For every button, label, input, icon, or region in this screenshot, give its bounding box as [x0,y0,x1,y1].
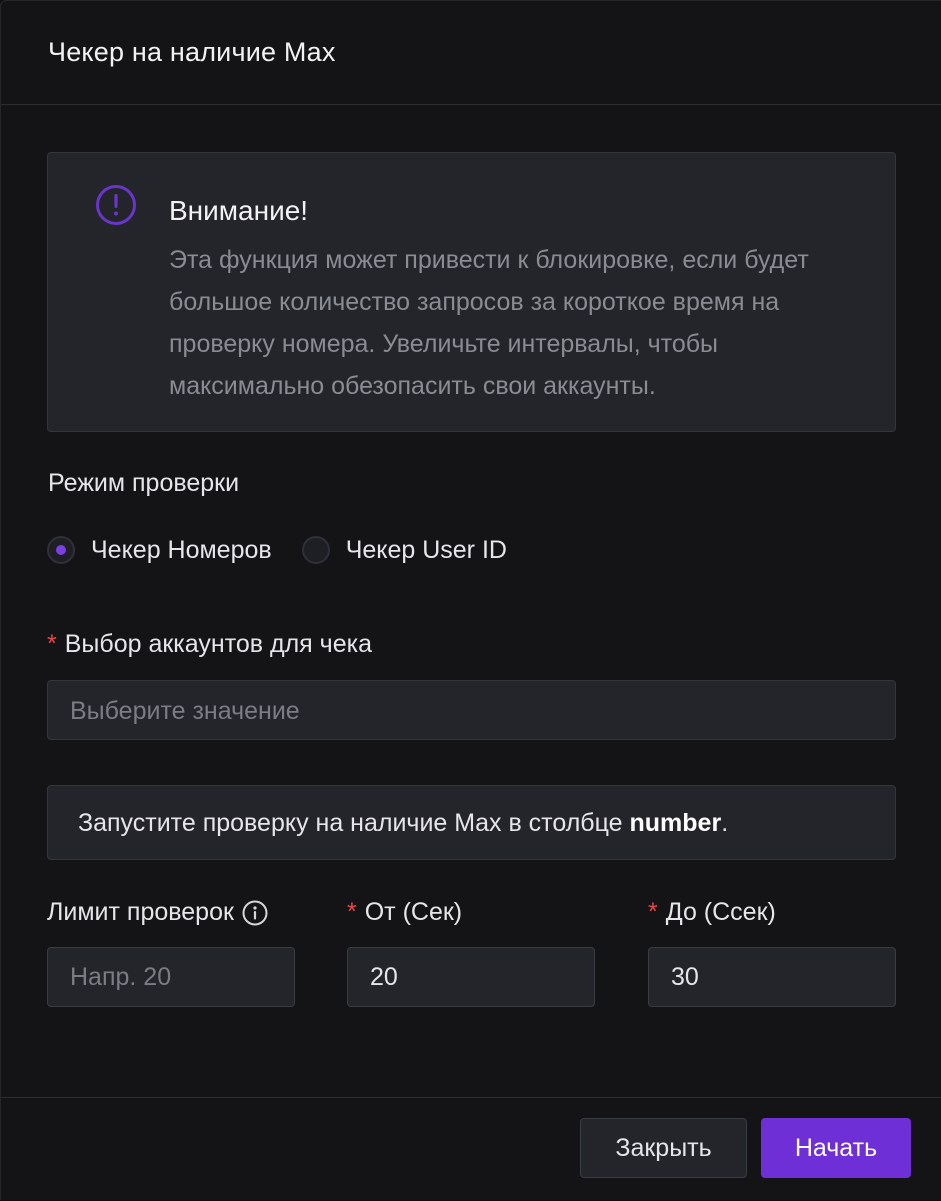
warning-alert: Внимание! Эта функция может привести к б… [47,152,896,432]
limit-input[interactable] [47,947,295,1007]
info-text: Запустите проверку на наличие Max в стол… [78,809,728,838]
modal-header: Чекер на наличие Max [1,1,941,105]
exclamation-circle-icon [96,185,136,225]
info-icon[interactable] [242,900,268,926]
radio-unchecked-icon[interactable] [301,536,330,564]
close-button[interactable]: Закрыть [580,1118,747,1178]
modal-footer: Закрыть Начать [1,1097,941,1201]
info-text-before: Запустите проверку на наличие Max в стол… [78,809,630,837]
radio-userid-checker[interactable]: Чекер User ID [301,535,507,565]
info-text-after: . [721,809,729,837]
checker-modal: Чекер на наличие Max Внимание! Эта функц… [0,0,941,1200]
modal-title: Чекер на наличие Max [48,37,336,67]
mode-label: Режим проверки [48,469,240,497]
to-seconds-input[interactable] [648,947,896,1007]
mode-radio-group: Чекер Номеров Чекер User ID [47,533,507,567]
alert-text: Эта функция может привести к блокировке,… [169,246,809,400]
accounts-label-text: Выбор аккаунтов для чека [64,630,372,658]
accounts-select[interactable]: Выберите значение [47,680,896,740]
to-label-text: До (Ссек) [665,898,776,926]
info-text-bold: number [629,809,722,837]
select-placeholder: Выберите значение [70,697,300,725]
required-mark: * [47,630,57,658]
radio-number-checker[interactable]: Чекер Номеров [47,536,272,565]
info-box: Запустите проверку на наличие Max в стол… [47,785,896,860]
limit-label-text: Лимит проверок [47,898,234,926]
from-label-text: От (Сек) [364,898,463,926]
from-label: * От (Сек) [347,898,462,927]
start-button[interactable]: Начать [761,1118,911,1178]
radio-label: Чекер Номеров [91,535,272,564]
required-mark: * [648,898,658,926]
to-label: * До (Ссек) [648,898,776,927]
accounts-label: * Выбор аккаунтов для чека [47,630,372,659]
radio-label: Чекер User ID [345,535,507,564]
from-seconds-input[interactable] [347,947,595,1007]
required-mark: * [347,898,357,926]
limit-label: Лимит проверок [47,898,268,927]
radio-checked-icon[interactable] [47,536,75,564]
alert-title: Внимание! [169,195,309,226]
